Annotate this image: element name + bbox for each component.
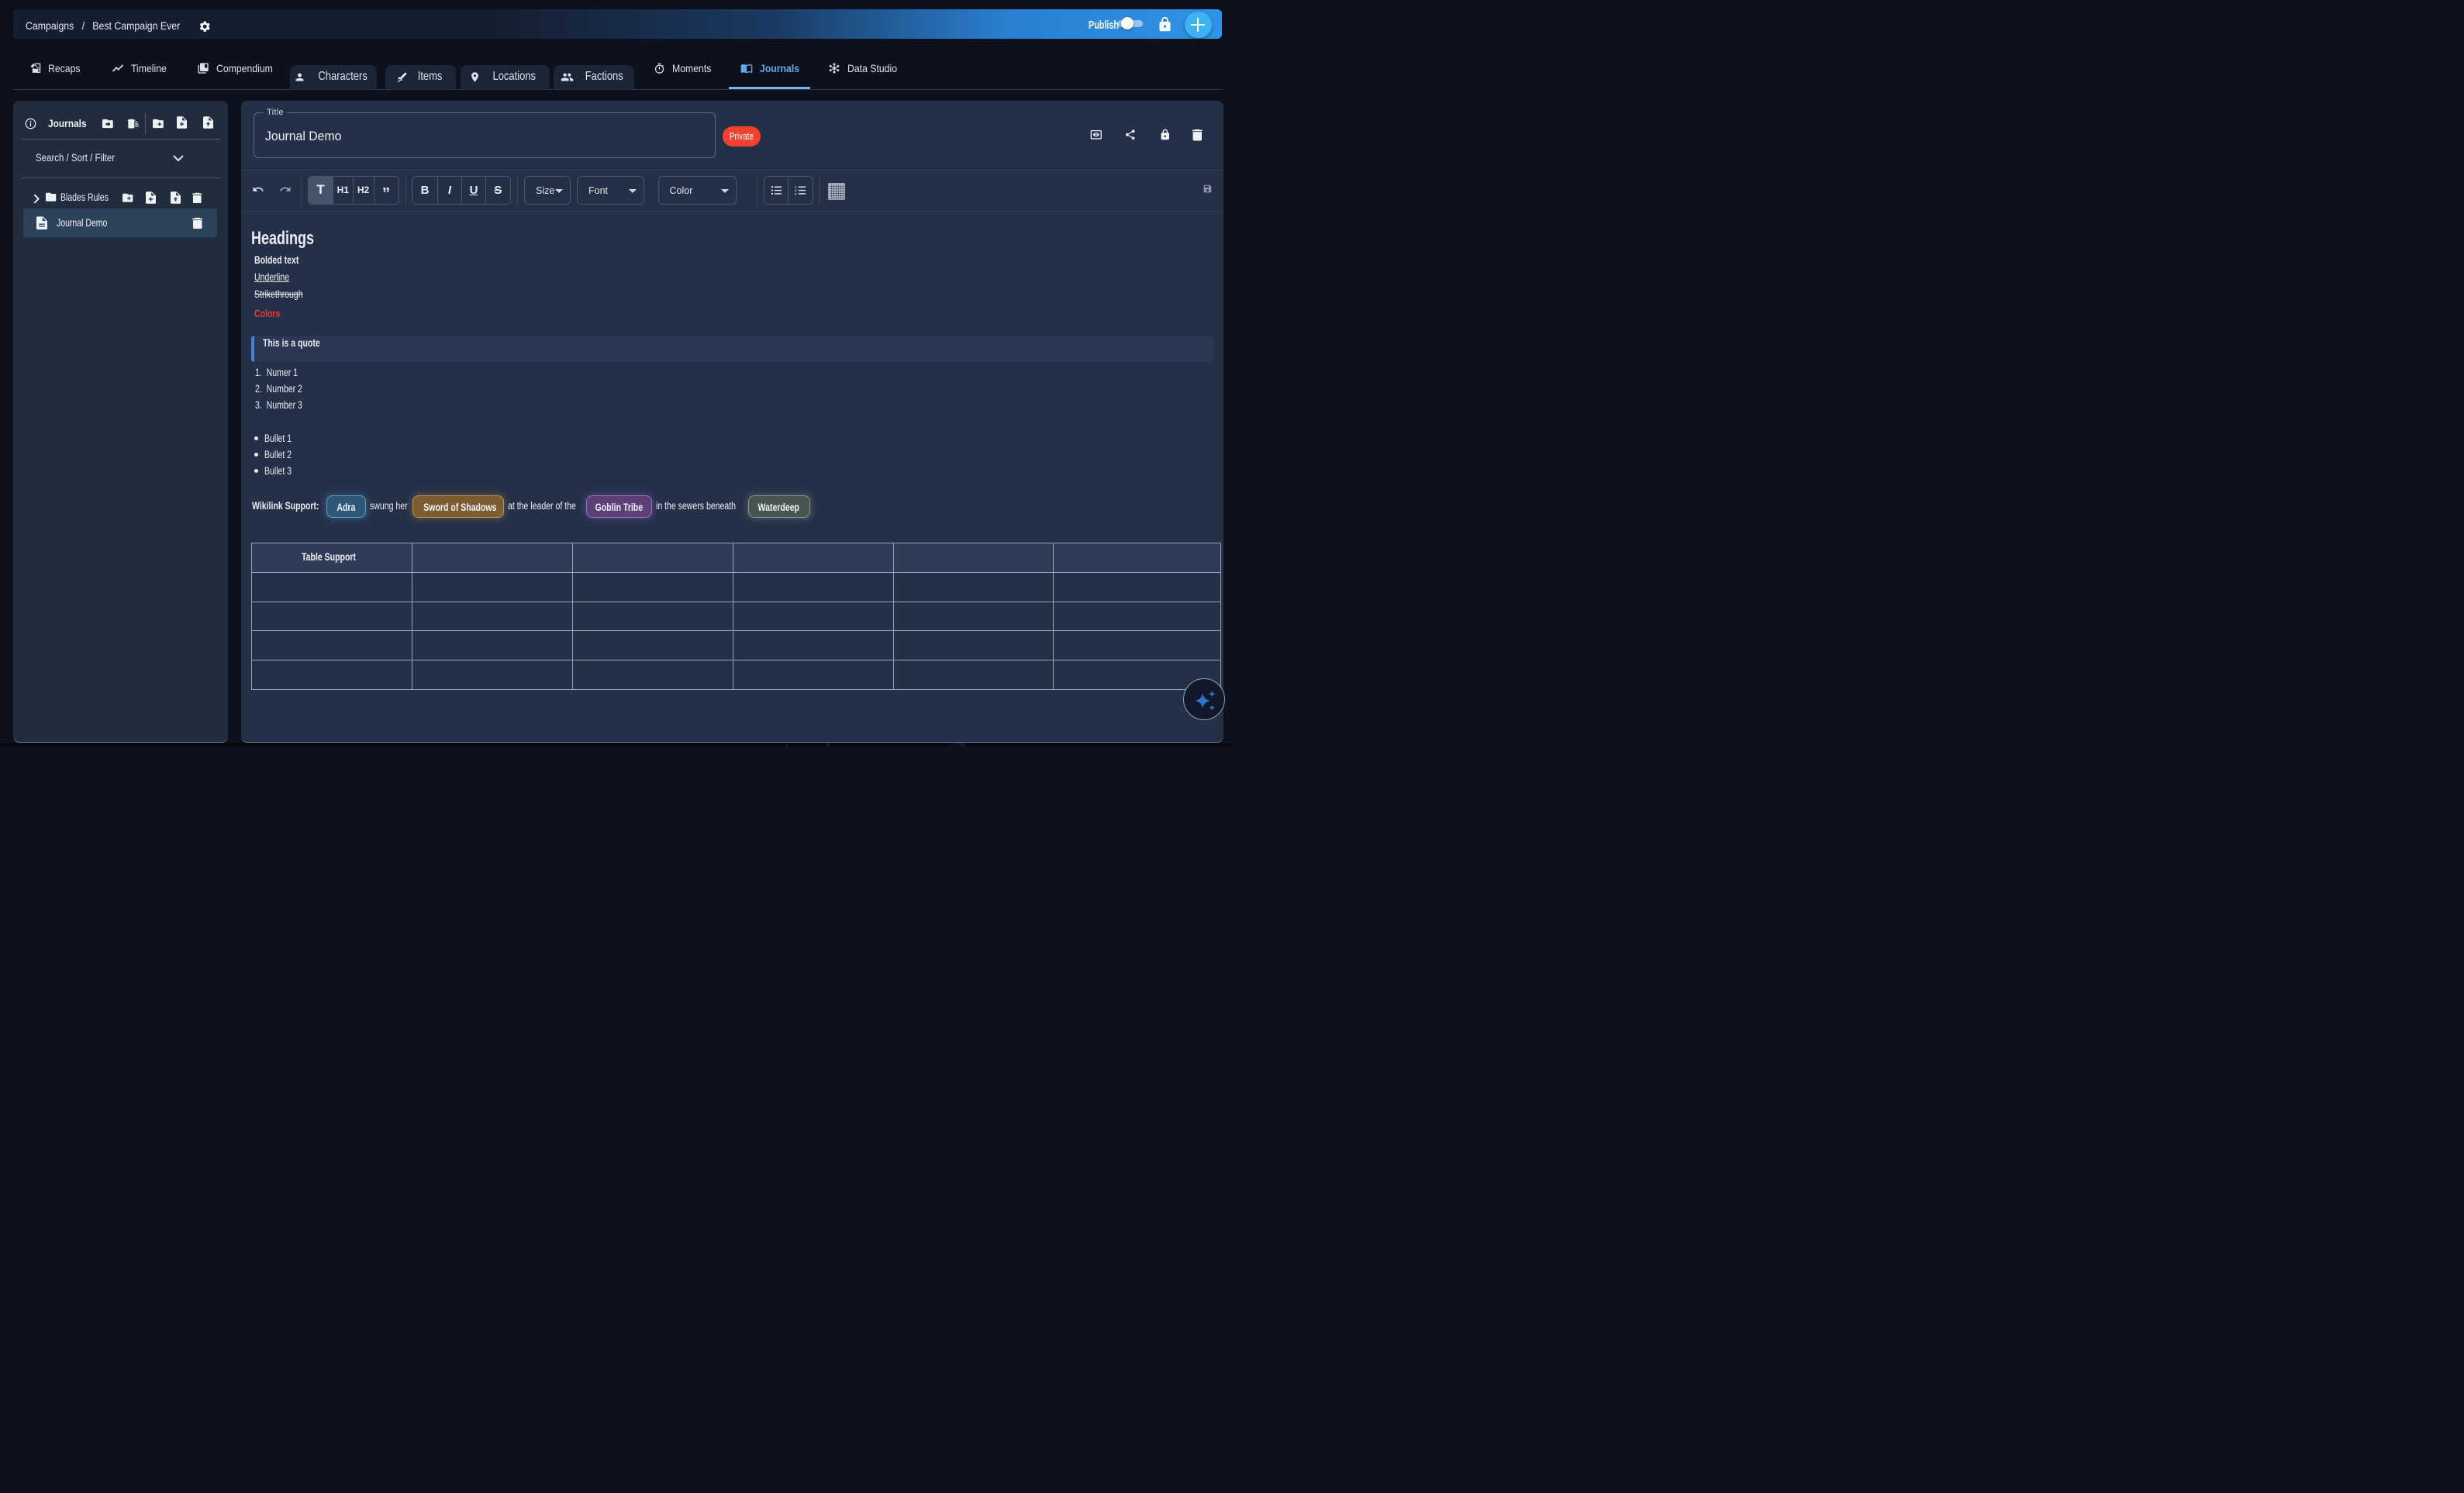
svg-text:3: 3 bbox=[795, 191, 797, 195]
